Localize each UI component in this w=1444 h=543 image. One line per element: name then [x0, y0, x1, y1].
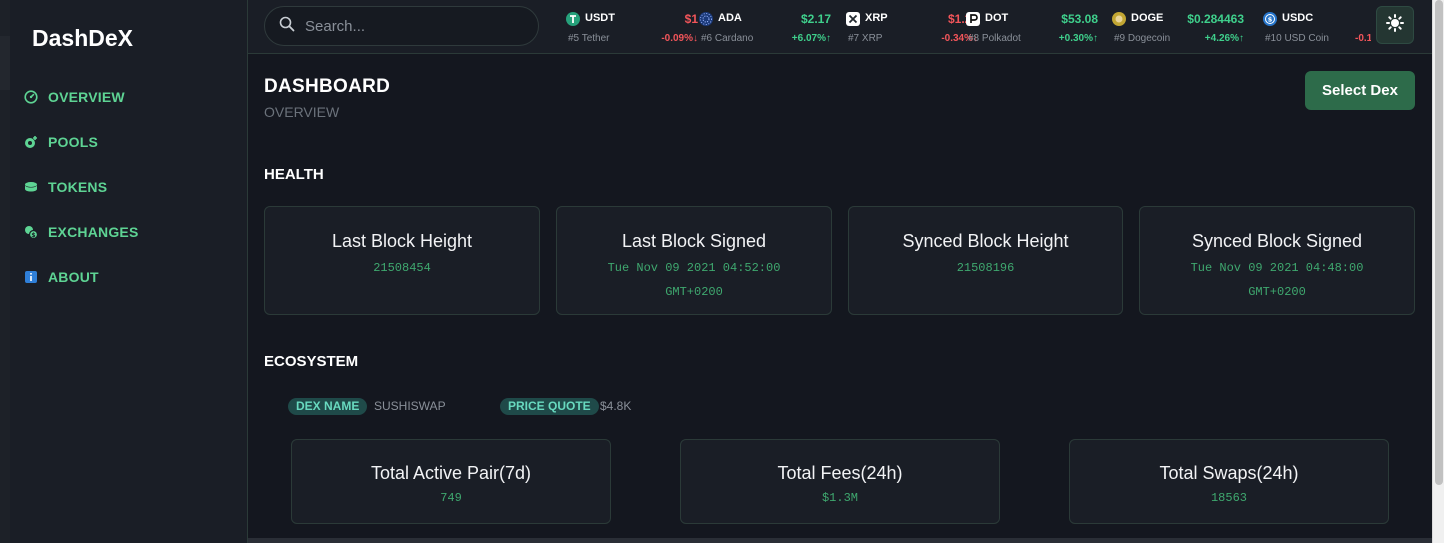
- bottom-divider: [248, 538, 1432, 543]
- ticker-name: #8 Polkadot: [968, 33, 1021, 44]
- ticker-usdc[interactable]: $ USDC #10 USD Coin -0.1: [1263, 8, 1371, 48]
- card-value: 749: [440, 491, 462, 505]
- coins-stack-icon: [24, 180, 38, 194]
- health-section-title: HEALTH: [264, 166, 324, 183]
- page-subtitle: OVERVIEW: [264, 104, 340, 120]
- card-value: 21508454: [373, 261, 431, 275]
- stat-card-total-swaps: Total Swaps(24h) 18563: [1069, 439, 1389, 524]
- cardano-icon: [699, 12, 713, 26]
- ticker-symbol: ADA: [718, 12, 742, 24]
- price-quote-badge: PRICE QUOTE: [500, 398, 599, 415]
- sidebar-item-pools[interactable]: POOLS: [24, 130, 98, 154]
- ticker-doge[interactable]: DOGE $0.284463 #9 Dogecoin +4.26%↑: [1112, 8, 1244, 48]
- select-dex-button[interactable]: Select Dex: [1305, 71, 1415, 110]
- stat-card-total-fees: Total Fees(24h) $1.3M: [680, 439, 1000, 524]
- price-ticker: USDT $1 #5 Tether -0.09%↓ ADA $2.17 #6 C…: [566, 8, 1371, 48]
- card-title: Synced Block Signed: [1191, 231, 1363, 251]
- ticker-ada[interactable]: ADA $2.17 #6 Cardano +6.07%↑: [699, 8, 831, 48]
- dex-name-value: SUSHISWAP: [374, 399, 446, 413]
- dogecoin-icon: [1112, 12, 1126, 26]
- ticker-symbol: USDC: [1282, 12, 1314, 24]
- card-value: Tue Nov 09 2021 04:48:00 GMT+0200: [1190, 261, 1364, 299]
- svg-text:$: $: [31, 232, 35, 239]
- coin-plus-icon: [24, 135, 38, 149]
- gauge-icon: [24, 90, 38, 104]
- ticker-symbol: DOGE: [1131, 12, 1164, 24]
- ticker-price: $1: [684, 12, 698, 26]
- exchange-icon: $: [24, 225, 38, 239]
- search-input[interactable]: [305, 17, 525, 35]
- ticker-symbol: XRP: [865, 12, 888, 24]
- ticker-name: #5 Tether: [568, 33, 610, 44]
- scrollbar-thumb[interactable]: [1435, 0, 1443, 485]
- ticker-change: +0.30%↑: [1058, 33, 1098, 44]
- ticker-name: #7 XRP: [848, 33, 883, 44]
- sidebar-item-label: TOKENS: [48, 179, 108, 195]
- card-title: Total Fees(24h): [777, 463, 903, 483]
- ticker-name: #10 USD Coin: [1265, 33, 1329, 44]
- ticker-change: +4.26%↑: [1204, 33, 1244, 44]
- ticker-price: $2.17: [800, 12, 831, 26]
- sidebar-item-exchanges[interactable]: $ EXCHANGES: [24, 220, 138, 244]
- sidebar-item-label: ABOUT: [48, 269, 99, 285]
- card-value: Tue Nov 09 2021 04:52:00 GMT+0200: [607, 261, 781, 299]
- stat-card-synced-block-height: Synced Block Height 21508196: [848, 206, 1123, 315]
- info-icon: [24, 270, 38, 284]
- card-title: Last Block Signed: [621, 231, 767, 251]
- card-title: Total Swaps(24h): [1159, 463, 1299, 483]
- topbar: USDT $1 #5 Tether -0.09%↓ ADA $2.17 #6 C…: [248, 0, 1432, 54]
- sidebar-item-label: OVERVIEW: [48, 89, 125, 105]
- ticker-dot[interactable]: DOT $53.08 #8 Polkadot +0.30%↑: [966, 8, 1098, 48]
- sidebar-item-about[interactable]: ABOUT: [24, 265, 99, 289]
- vertical-scrollbar[interactable]: [1432, 0, 1444, 543]
- xrp-icon: [846, 12, 860, 26]
- ticker-change: -0.09%↓: [661, 33, 698, 44]
- ticker-change: +6.07%↑: [791, 33, 831, 44]
- polkadot-icon: [966, 12, 980, 26]
- stat-card-last-block-height: Last Block Height 21508454: [264, 206, 540, 315]
- sidebar-item-overview[interactable]: OVERVIEW: [24, 85, 125, 109]
- card-value: $1.3M: [821, 491, 858, 505]
- ticker-price: $53.08: [1061, 12, 1098, 26]
- ticker-price: $0.284463: [1187, 12, 1244, 26]
- search-icon: [279, 16, 295, 37]
- window-edge-notch: [0, 36, 10, 90]
- search-box[interactable]: [264, 6, 539, 46]
- theme-toggle-button[interactable]: [1376, 6, 1414, 44]
- sun-icon: [1386, 13, 1404, 37]
- sidebar-item-tokens[interactable]: TOKENS: [24, 175, 107, 199]
- sidebar-item-label: POOLS: [48, 134, 99, 150]
- card-value: 21508196: [956, 261, 1015, 275]
- ticker-name: #6 Cardano: [701, 33, 754, 44]
- card-title: Synced Block Height: [902, 231, 1069, 251]
- stat-card-synced-block-signed: Synced Block Signed Tue Nov 09 2021 04:4…: [1139, 206, 1415, 315]
- card-title: Total Active Pair(7d): [370, 463, 532, 483]
- svg-text:$: $: [1268, 16, 1273, 24]
- ticker-symbol: USDT: [585, 12, 615, 24]
- dex-name-badge: DEX NAME: [288, 398, 368, 415]
- ticker-change: -0.1: [1355, 33, 1371, 44]
- sidebar-item-label: EXCHANGES: [48, 224, 139, 240]
- ecosystem-section-title: ECOSYSTEM: [264, 353, 359, 370]
- stat-card-last-block-signed: Last Block Signed Tue Nov 09 2021 04:52:…: [556, 206, 832, 315]
- window-edge: [0, 0, 10, 543]
- tether-icon: [566, 12, 580, 26]
- stat-card-total-active-pair: Total Active Pair(7d) 749: [291, 439, 611, 524]
- page-title: DASHBOARD: [264, 76, 391, 97]
- price-quote-value: $4.8K: [600, 399, 632, 413]
- sidebar: DashDeX OVERVIEW POOLS TOKENS $ EXCHANGE…: [10, 0, 248, 543]
- ticker-xrp[interactable]: XRP $1.27 #7 XRP -0.34%↓: [846, 8, 978, 48]
- ticker-symbol: DOT: [985, 12, 1009, 24]
- card-value: 18563: [1210, 491, 1247, 505]
- card-title: Last Block Height: [331, 231, 473, 251]
- ticker-usdt[interactable]: USDT $1 #5 Tether -0.09%↓: [566, 8, 698, 48]
- usdc-icon: $: [1263, 12, 1277, 26]
- brand-logo[interactable]: DashDeX: [32, 25, 133, 52]
- ticker-name: #9 Dogecoin: [1114, 33, 1171, 44]
